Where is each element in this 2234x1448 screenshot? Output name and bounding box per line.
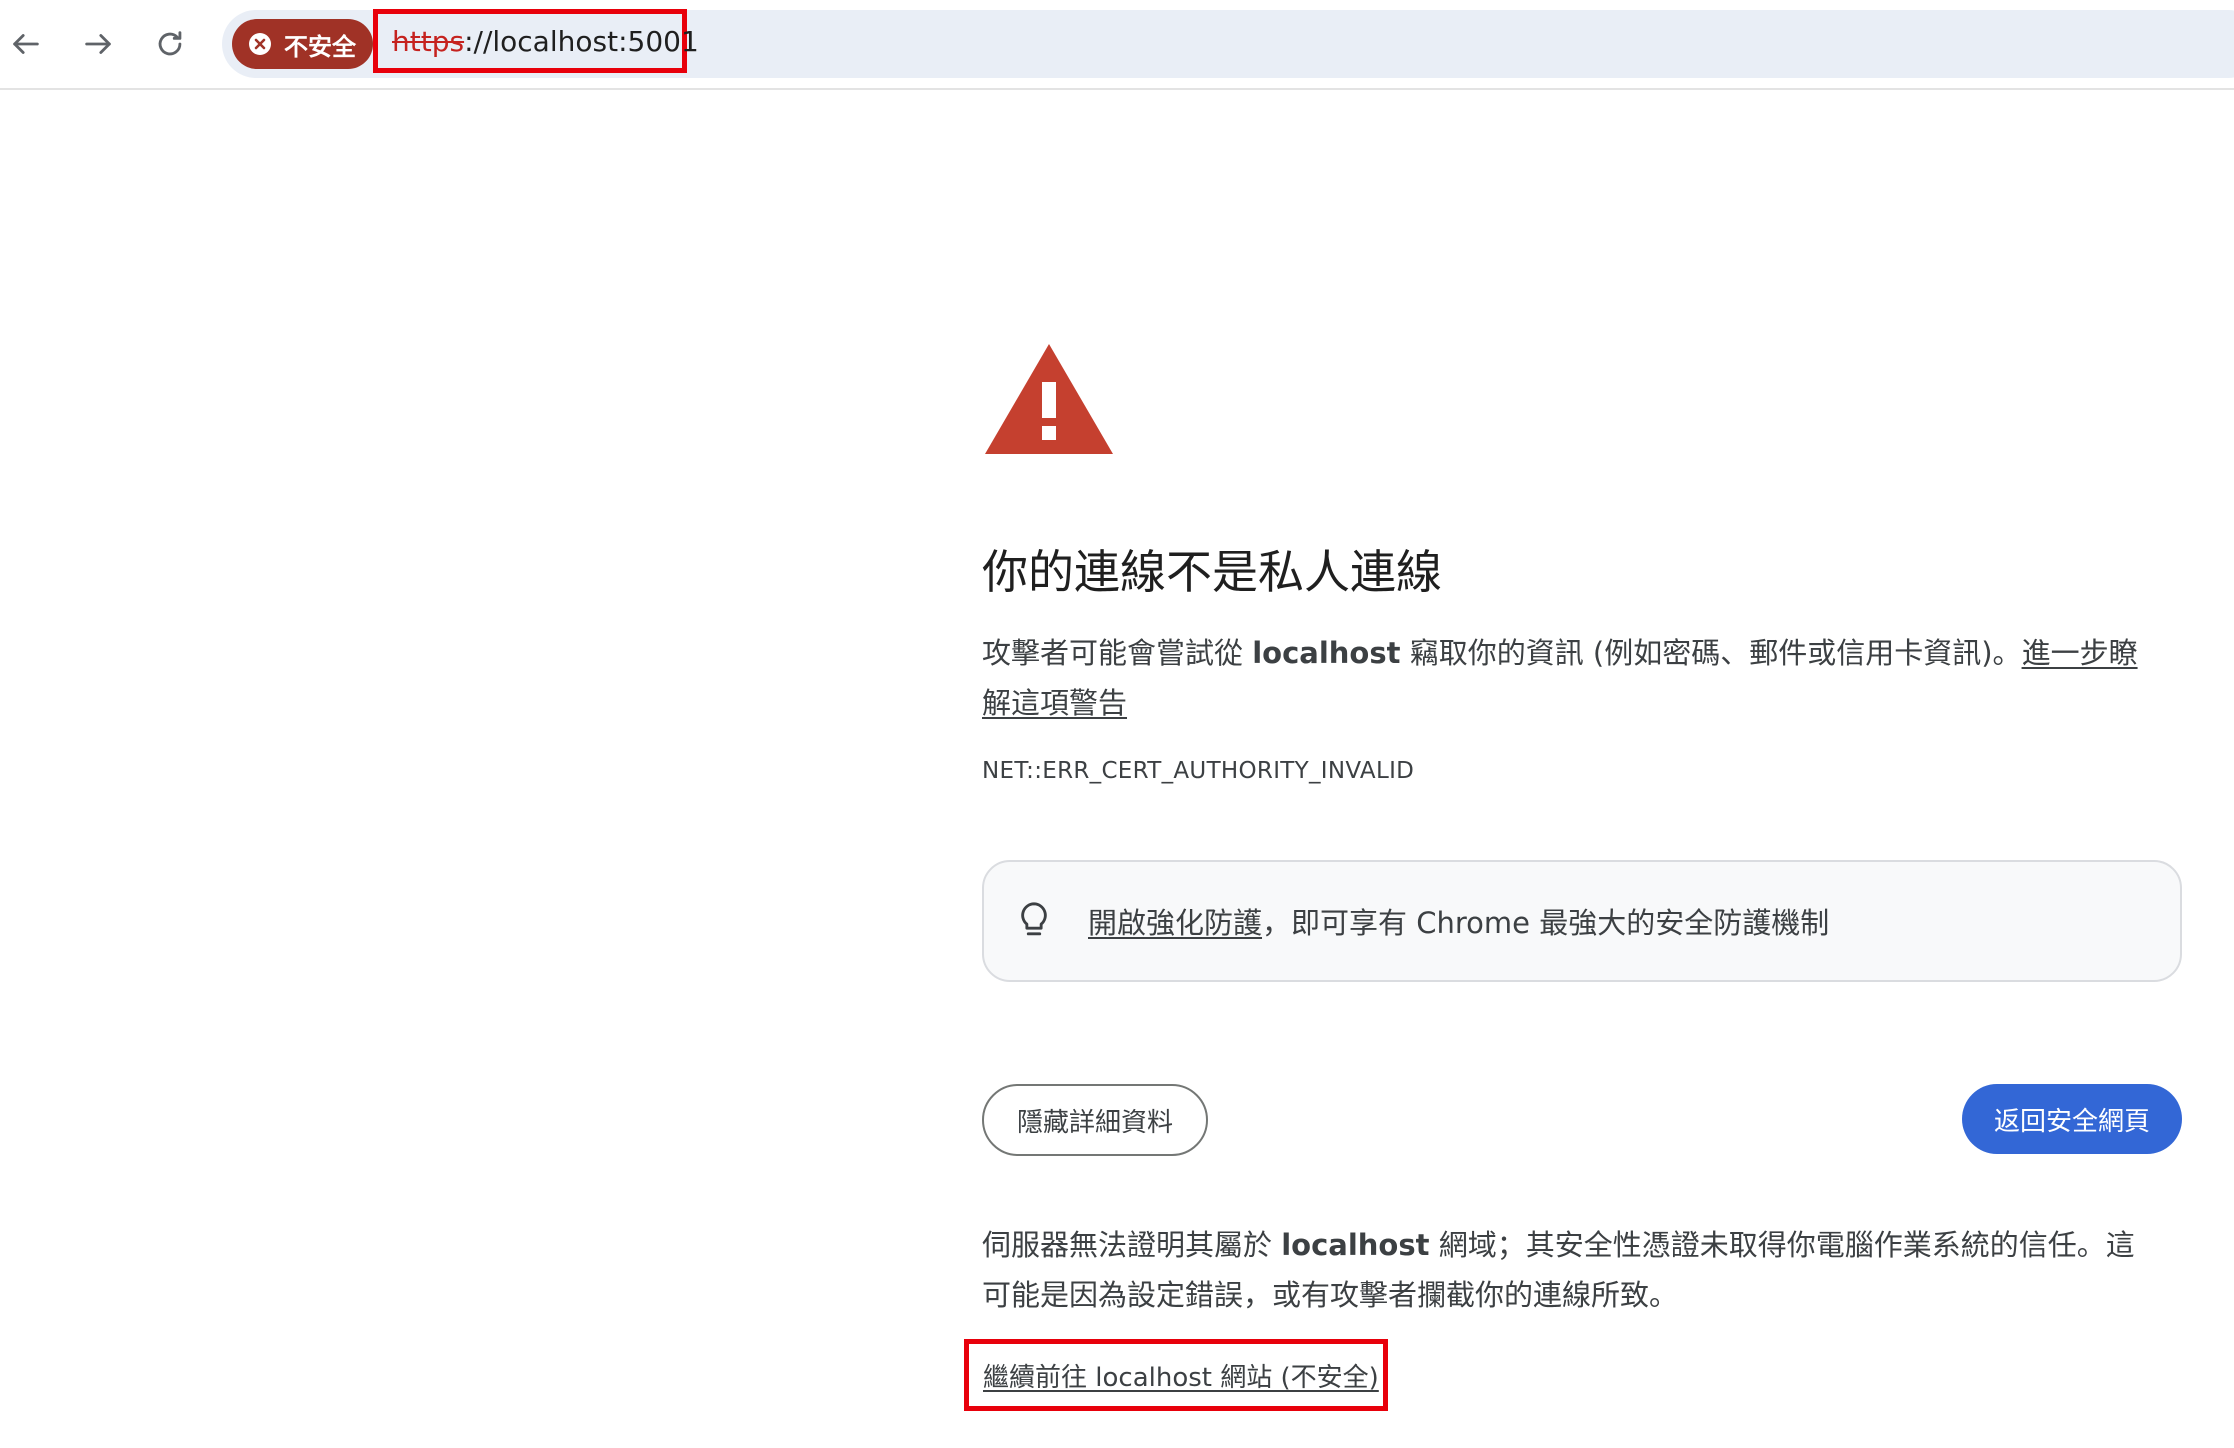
host-name: localhost [1252, 636, 1401, 670]
reload-button[interactable] [144, 18, 196, 70]
browser-toolbar: 不安全 https://localhost:5001 [0, 0, 2234, 90]
lightbulb-icon [1021, 902, 1047, 936]
url-scheme: https [392, 24, 465, 58]
not-secure-label: 不安全 [284, 32, 356, 61]
url-host: ://localhost:5001 [464, 24, 699, 58]
warning-triangle-icon [985, 344, 1113, 454]
details-explanation: 伺服器無法證明其屬於 localhost 網域；其安全性憑證未取得你電腦作業系統… [982, 1228, 2135, 1312]
error-code: NET::ERR_CERT_AUTHORITY_INVALID [982, 758, 1415, 784]
circle-x-icon [249, 33, 271, 55]
url-text[interactable]: https://localhost:5001 [373, 9, 699, 73]
not-secure-chip[interactable]: 不安全 [232, 19, 373, 69]
proceed-unsafe-link[interactable]: 繼續前往 localhost 網站 (不安全) [983, 1357, 1379, 1394]
arrow-right-icon [85, 34, 111, 54]
back-button[interactable] [0, 18, 52, 70]
proceed-link-highlight: 繼續前往 localhost 網站 (不安全) [964, 1339, 1388, 1411]
arrow-left-icon [13, 34, 39, 54]
enhanced-protection-link[interactable]: 開啟強化防護 [1088, 900, 1262, 942]
reload-icon [158, 31, 182, 56]
host-name: localhost [1281, 1228, 1430, 1262]
callout-text: ，即可享有 Chrome 最強大的安全防護機制 [1262, 906, 1830, 940]
hide-details-button[interactable]: 隱藏詳細資料 [982, 1084, 1208, 1156]
page-title: 你的連線不是私人連線 [982, 545, 1442, 599]
forward-button[interactable] [72, 18, 124, 70]
enhanced-protection-callout: 開啟強化防護 ，即可享有 Chrome 最強大的安全防護機制 [982, 860, 2182, 982]
warning-description: 攻擊者可能會嘗試從 localhost 竊取你的資訊 (例如密碼、郵件或信用卡資… [982, 636, 2138, 720]
back-to-safety-button[interactable]: 返回安全網頁 [1962, 1084, 2182, 1154]
